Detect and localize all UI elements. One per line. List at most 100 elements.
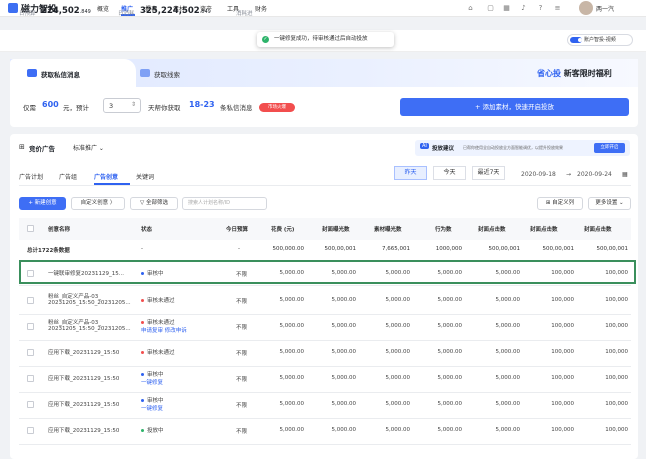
stat-daily-spend-label: 日消耗 [118, 11, 135, 17]
date-end[interactable]: 2020-09-24 [577, 171, 612, 178]
row-checkbox[interactable] [27, 427, 34, 434]
avatar[interactable] [579, 1, 593, 15]
status-label: 审核中 [141, 370, 164, 378]
row-metric: 100,000 [605, 401, 628, 407]
status-action-link[interactable]: 申请复审 修改申诉 [141, 326, 187, 334]
col-material-impr[interactable]: 素材曝光数 [374, 225, 402, 233]
date-today[interactable]: 今天 [433, 166, 466, 180]
creative-name[interactable]: 应用下载_20231129_15:50 [48, 374, 119, 382]
creative-name[interactable]: 应用下载_20231129_15:50 [48, 426, 119, 434]
row-metric: 5,000.00 [437, 427, 463, 433]
creative-name[interactable]: 粉丝_自定义产品-03_ [48, 292, 101, 300]
stat-progress-label: 消耗进 [236, 11, 253, 17]
status-action-link[interactable]: 一键修复 [141, 404, 163, 412]
row-metric: 100,000 [551, 401, 574, 407]
col-spend[interactable]: 花费 (元) [271, 225, 294, 233]
date-start[interactable]: 2020-09-18 [521, 171, 556, 178]
row-metric: 100,000 [551, 349, 574, 355]
col-cover-clicks-3[interactable]: 封面点击数 [584, 225, 612, 233]
row-divider [19, 314, 631, 315]
document-icon[interactable]: ≡ [553, 4, 562, 13]
help-icon[interactable]: ? [536, 4, 545, 13]
custom-creative-button[interactable]: 自定义创意 〉 [71, 197, 125, 210]
date-last7[interactable]: 最近7天 [472, 166, 505, 180]
row-metric: 5,000.00 [331, 323, 357, 329]
user-name[interactable]: 两一汽 [596, 4, 614, 13]
calendar-icon[interactable]: ▦ [502, 4, 511, 13]
new-creative-button[interactable]: + 新建创意 [19, 197, 66, 210]
shop-icon[interactable]: ⌂ [466, 4, 475, 13]
tab-leads-label[interactable]: 获取线索 [154, 69, 180, 79]
col-actions[interactable]: 行为数 [435, 225, 452, 233]
tab-ad-creative[interactable]: 广告创意 [94, 172, 118, 181]
col-cover-impr[interactable]: 封面曝光数 [322, 225, 350, 233]
grid-icon: ⊞ [19, 143, 25, 151]
smart-toggle[interactable]: 账户智投-视频 [567, 34, 633, 46]
totals-label: 总计1722条数据 [27, 248, 70, 254]
custom-columns-button[interactable]: ⊞ 自定义列 [537, 197, 583, 210]
days-select[interactable]: 3 ⇕ [103, 98, 141, 113]
select-all-checkbox[interactable] [27, 225, 34, 232]
row-metric: 5,000.00 [437, 297, 463, 303]
tab-ad-plan[interactable]: 广告计划 [19, 172, 43, 181]
row-budget: 不限 [236, 325, 248, 331]
add-material-button[interactable]: + 添加素材，快速开启投放 [400, 98, 629, 116]
row-metric: 5,000.00 [279, 349, 305, 355]
col-budget[interactable]: 今日预算 [226, 225, 248, 233]
col-cover-clicks-2[interactable]: 封面点击数 [530, 225, 558, 233]
row-checkbox[interactable] [27, 349, 34, 356]
date-arrow: → [566, 171, 572, 178]
nav-finance[interactable]: 财务 [255, 4, 267, 13]
enable-suggest-button[interactable]: 立即开启 [594, 143, 625, 153]
toggle-switch[interactable] [570, 37, 582, 43]
tab-ad-group[interactable]: 广告组 [59, 172, 77, 181]
creative-name[interactable]: 应用下载_20231129_15:50 [48, 348, 119, 356]
row-checkbox[interactable] [27, 375, 34, 382]
bell-icon[interactable]: ♪ [519, 4, 528, 13]
row-metric: 5,000.00 [437, 323, 463, 329]
ai-icon: AI [420, 143, 429, 149]
row-metric: 100,000 [605, 323, 628, 329]
tab-private-message-label[interactable]: 获取私信消息 [41, 69, 80, 79]
col-name[interactable]: 创意名称 [48, 225, 70, 233]
filter-button[interactable]: ▽ 全部筛选 [130, 197, 178, 210]
status-action-link[interactable]: 一键修复 [141, 378, 163, 386]
creative-name[interactable]: 20231205_15:50_20231205... [48, 300, 131, 306]
tab-keywords[interactable]: 关键词 [136, 172, 154, 181]
row-metric: 100,000 [605, 427, 628, 433]
row-metric: 100,000 [551, 375, 574, 381]
totals-cover-clicks-1: 500,00,001 [488, 246, 521, 252]
status-label: 审核未通过 [141, 296, 175, 304]
toggle-knob [578, 38, 582, 42]
creative-name[interactable]: 应用下载_20231129_15:50 [48, 400, 119, 408]
budget-prefix: 仅需 [23, 104, 36, 112]
date-yesterday[interactable]: 昨天 [394, 166, 427, 180]
row-metric: 5,000.00 [331, 401, 357, 407]
totals-material-impr: 7,665,001 [382, 246, 410, 252]
row-budget: 不限 [236, 403, 248, 409]
totals-cover-impr: 500,00,001 [324, 246, 357, 252]
stat-daily-budget-value: 224,502.849 [41, 6, 91, 16]
row-checkbox[interactable] [27, 323, 34, 330]
nav-overview[interactable]: 概览 [97, 4, 109, 13]
row-checkbox[interactable] [27, 297, 34, 304]
creative-name[interactable]: 20231205_15:50_20231205... [48, 326, 131, 332]
row-metric: 100,000 [551, 427, 574, 433]
totals-spend: 500,000.00 [272, 246, 305, 252]
status-label: 审核未通过 [141, 318, 175, 326]
row-budget: 不限 [236, 377, 248, 383]
row-metric: 100,000 [551, 297, 574, 303]
creative-name[interactable]: 粉丝_自定义产品-03_ [48, 318, 101, 326]
ads-mode-select[interactable]: 标准推广 ⌄ [73, 143, 104, 152]
more-settings-button[interactable]: 更多设置 ⌄ [588, 197, 631, 210]
bag-icon[interactable]: ▢ [486, 4, 495, 13]
calendar-icon[interactable]: ▦ [622, 171, 628, 178]
budget-middle: 元，预计 [63, 104, 89, 112]
row-checkbox[interactable] [27, 401, 34, 408]
row-divider [19, 366, 631, 367]
col-cover-clicks-1[interactable]: 封面点击数 [478, 225, 506, 233]
search-input[interactable]: 搜索人计划名称/ID [182, 197, 267, 210]
col-status[interactable]: 状态 [141, 225, 152, 233]
promo-title: 省心投 新客限时福利 [537, 69, 612, 78]
row-divider [19, 444, 631, 445]
